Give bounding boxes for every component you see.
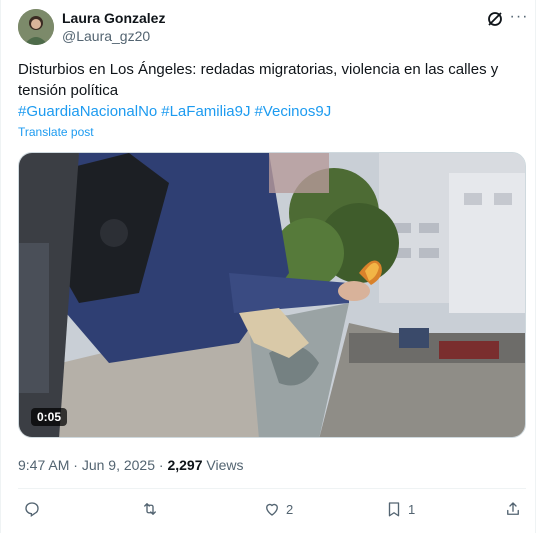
- author-name[interactable]: Laura Gonzalez: [62, 10, 165, 26]
- translate-link[interactable]: Translate post: [18, 125, 94, 139]
- hashtag-link[interactable]: #GuardiaNacionalNo: [18, 103, 157, 120]
- post-text: Disturbios en Los Ángeles: redadas migra…: [18, 61, 499, 99]
- divider: [18, 488, 526, 489]
- reply-icon: [25, 502, 39, 518]
- views-count: 2,297: [167, 457, 203, 473]
- video-duration: 0:05: [31, 408, 68, 426]
- repost-icon: [144, 503, 156, 515]
- meta-separator: ·: [158, 457, 164, 473]
- like-icon: [266, 503, 278, 516]
- post-card: Laura Gonzalez @Laura_gz20 ··· Disturbio…: [0, 0, 536, 533]
- share-icon: [507, 502, 519, 515]
- like-count: 2: [286, 501, 294, 517]
- grok-icon[interactable]: [486, 10, 504, 28]
- post-time[interactable]: 9:47 AM: [18, 457, 69, 473]
- avatar[interactable]: [18, 9, 54, 45]
- share-button[interactable]: [504, 496, 527, 522]
- author-handle[interactable]: @Laura_gz20: [62, 28, 150, 44]
- repost-button[interactable]: [141, 496, 164, 522]
- hashtag-link[interactable]: #Vecinos9J: [254, 103, 331, 120]
- video-player[interactable]: [18, 152, 526, 438]
- bookmark-count: 1: [408, 501, 416, 517]
- meta-separator: ·: [73, 457, 78, 473]
- bookmark-button[interactable]: 1: [385, 496, 415, 522]
- hashtags: #GuardiaNacionalNo #LaFamilia9J #Vecinos9J: [18, 101, 335, 122]
- reply-button[interactable]: [23, 496, 46, 522]
- views-label: Views: [206, 457, 244, 473]
- bookmark-icon: [388, 502, 400, 517]
- action-bar: 2 1: [1, 496, 536, 522]
- more-icon[interactable]: ···: [508, 8, 530, 28]
- hashtag-link[interactable]: #LaFamilia9J: [161, 103, 250, 120]
- post-meta: 9:47 AM · Jun 9, 2025 · 2,297 Views: [18, 457, 243, 473]
- post-date[interactable]: Jun 9, 2025: [82, 457, 155, 473]
- like-button[interactable]: 2: [263, 496, 293, 522]
